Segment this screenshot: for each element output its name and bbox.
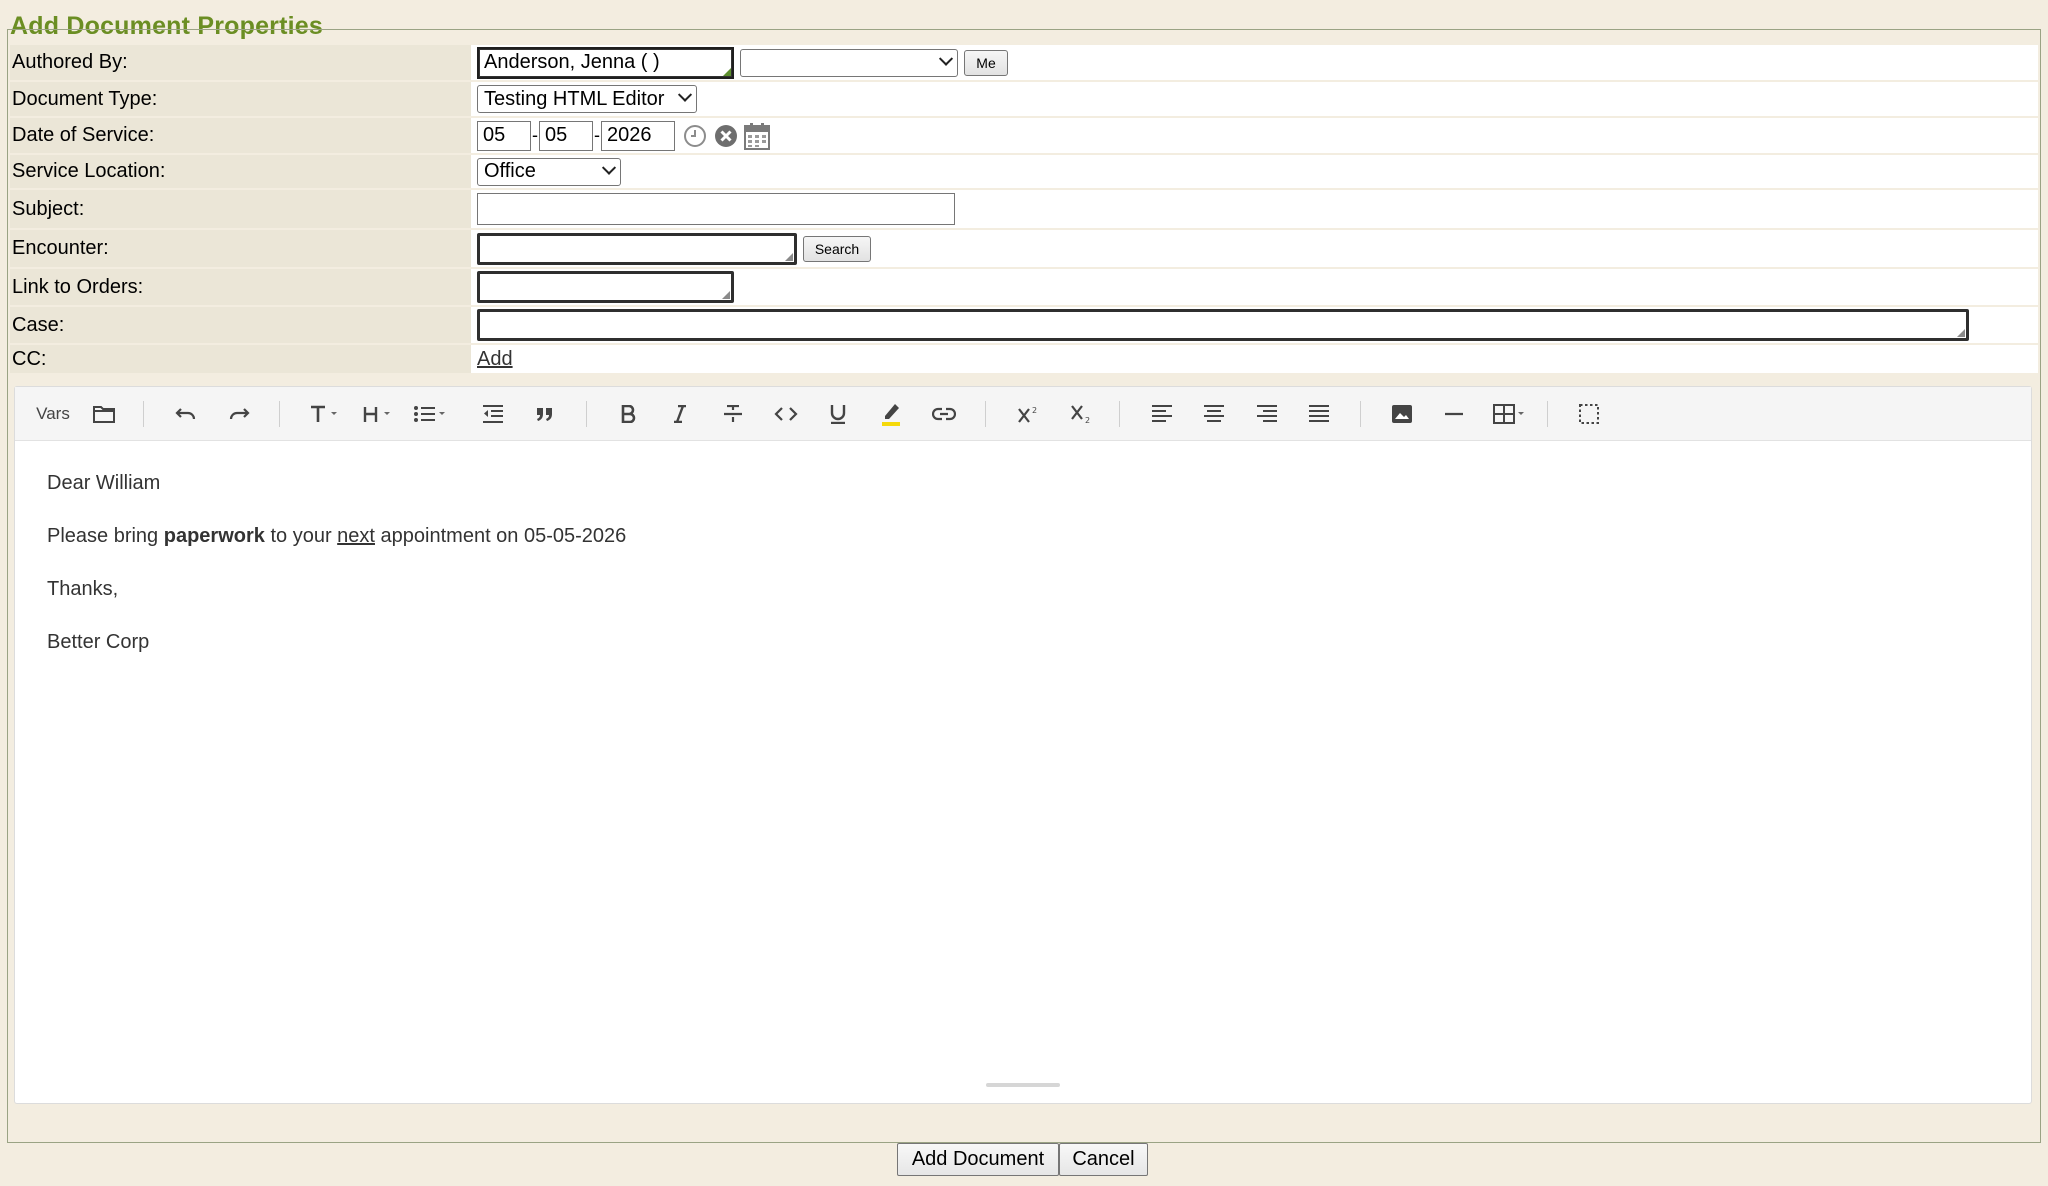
clear-date-icon[interactable] (714, 124, 738, 148)
me-button[interactable]: Me (964, 49, 1008, 76)
list-icon[interactable] (411, 400, 449, 428)
authored-by-input[interactable]: Anderson, Jenna ( ) (477, 46, 734, 79)
strikethrough-icon[interactable] (718, 400, 748, 428)
highlight-icon[interactable] (876, 400, 906, 428)
row-cc: CC: Add (10, 345, 2038, 375)
image-icon[interactable] (1387, 400, 1417, 428)
table-icon[interactable] (1491, 400, 1529, 428)
date-separator: - (532, 125, 538, 145)
row-subject: Subject: (10, 190, 2038, 230)
editor-resize-handle[interactable] (986, 1083, 1060, 1087)
heading-icon[interactable] (360, 400, 396, 428)
horizontal-rule-icon[interactable] (1439, 400, 1469, 428)
row-link-to-orders: Link to Orders: (10, 269, 2038, 307)
case-label: Case: (10, 307, 471, 343)
authored-by-label: Authored By: (10, 45, 471, 80)
toolbar-separator (1360, 401, 1361, 427)
toolbar-separator (143, 401, 144, 427)
folder-icon[interactable] (89, 400, 119, 428)
resize-grip-icon (723, 67, 731, 76)
authored-by-select[interactable] (740, 48, 958, 77)
link-to-orders-input[interactable] (477, 271, 734, 303)
month-input[interactable]: 05 (477, 120, 531, 151)
encounter-input[interactable] (477, 232, 797, 265)
encounter-label: Encounter: (10, 230, 471, 267)
chevron-down-icon (938, 51, 954, 66)
redo-icon[interactable] (224, 400, 254, 428)
cc-label: CC: (10, 345, 471, 373)
html-editor: Vars 2 2 Dear William Please bring paper… (14, 386, 2032, 1104)
content-line: Please bring paperwork to your next appo… (47, 525, 627, 547)
outdent-icon[interactable] (478, 400, 508, 428)
resize-grip-icon (1957, 329, 1965, 337)
chevron-down-icon (677, 87, 693, 102)
align-right-icon[interactable] (1252, 400, 1282, 428)
quote-icon[interactable] (530, 400, 560, 428)
svg-text:2: 2 (1085, 416, 1090, 424)
toolbar-separator (279, 401, 280, 427)
row-service-location: Service Location: Office (10, 155, 2038, 190)
document-type-label: Document Type: (10, 82, 471, 116)
content-line: Thanks, (47, 578, 119, 600)
resize-grip-icon (785, 252, 793, 261)
row-encounter: Encounter: Search (10, 230, 2038, 269)
subject-input[interactable] (477, 193, 955, 225)
toolbar-separator (985, 401, 986, 427)
resize-grip-icon (722, 291, 730, 299)
toolbar-separator (1547, 401, 1548, 427)
italic-icon[interactable] (665, 400, 695, 428)
underlined-text: next (337, 525, 375, 547)
text-size-icon[interactable] (307, 400, 343, 428)
row-case: Case: (10, 307, 2038, 345)
encounter-search-button[interactable]: Search (803, 235, 871, 262)
cc-add-link[interactable]: Add (477, 348, 513, 371)
content-line: Dear William (47, 472, 161, 494)
superscript-icon[interactable]: 2 (1013, 400, 1043, 428)
link-icon[interactable] (929, 400, 959, 428)
select-all-icon[interactable] (1574, 400, 1604, 428)
align-left-icon[interactable] (1147, 400, 1177, 428)
cancel-button[interactable]: Cancel (1059, 1143, 1148, 1176)
date-of-service-label: Date of Service: (10, 118, 471, 153)
align-center-icon[interactable] (1199, 400, 1229, 428)
service-location-label: Service Location: (10, 155, 471, 188)
bold-icon[interactable] (613, 400, 643, 428)
row-document-type: Document Type: Testing HTML Editor (10, 82, 2038, 118)
undo-icon[interactable] (171, 400, 201, 428)
editor-toolbar: Vars 2 2 (15, 387, 2031, 441)
row-date-of-service: Date of Service: 05 - 05 - 2026 (10, 118, 2038, 155)
underline-icon[interactable] (823, 400, 853, 428)
align-justify-icon[interactable] (1304, 400, 1334, 428)
add-document-button[interactable]: Add Document (897, 1143, 1059, 1176)
vars-button[interactable]: Vars (33, 400, 73, 428)
calendar-icon[interactable] (744, 122, 770, 150)
toolbar-separator (586, 401, 587, 427)
editor-content[interactable]: Dear William Please bring paperwork to y… (15, 441, 2031, 713)
service-location-select[interactable]: Office (477, 157, 621, 186)
chevron-down-icon (601, 160, 617, 175)
svg-text:2: 2 (1032, 406, 1037, 415)
day-input[interactable]: 05 (539, 120, 593, 151)
subscript-icon[interactable]: 2 (1066, 400, 1096, 428)
year-input[interactable]: 2026 (601, 120, 675, 151)
code-icon[interactable] (771, 400, 801, 428)
subject-label: Subject: (10, 190, 471, 228)
case-input[interactable] (477, 309, 1969, 341)
toolbar-separator (1119, 401, 1120, 427)
bold-text: paperwork (163, 525, 265, 547)
link-to-orders-label: Link to Orders: (10, 269, 471, 305)
row-authored-by: Authored By: Anderson, Jenna ( ) Me (10, 45, 2038, 82)
clock-icon[interactable] (683, 124, 707, 148)
content-line: Better Corp (47, 631, 150, 653)
date-separator: - (594, 125, 600, 145)
document-type-select[interactable]: Testing HTML Editor (477, 85, 697, 113)
